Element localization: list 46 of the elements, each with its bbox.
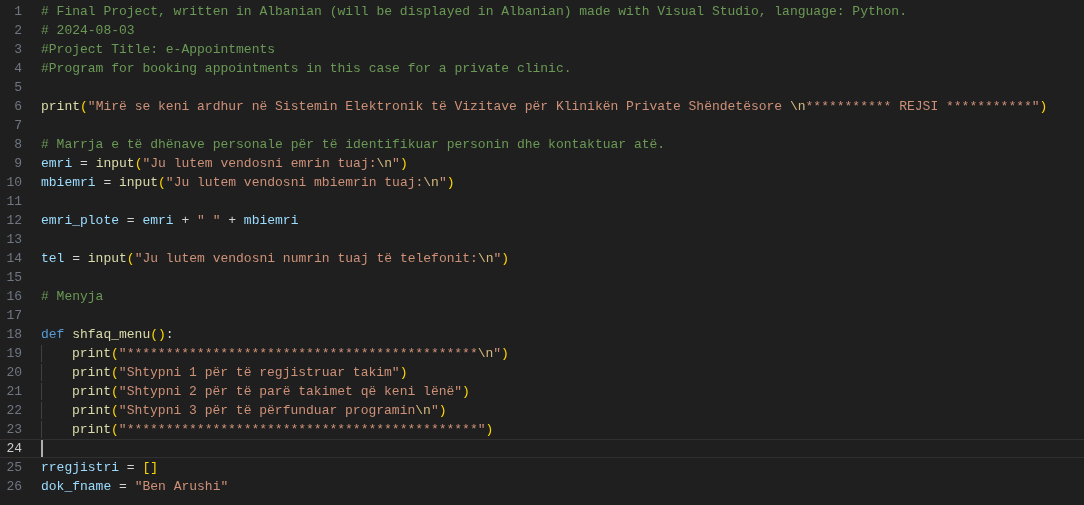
code-line: emri = input("Ju lutem vendosni emrin tuaj:\n") <box>41 155 408 173</box>
code-line: def shfaq_menu(): <box>41 326 174 344</box>
code-line: tel = input("Ju lutem vendosni numrin tuaj të telefonit:\n") <box>41 250 510 268</box>
line-number: 13 <box>5 231 22 249</box>
line-number: 15 <box>5 269 22 287</box>
line-number: 24 <box>5 440 22 458</box>
line-number: 4 <box>13 60 22 78</box>
code-line: mbiemri = input("Ju lutem vendosni mbiemrin tuaj:\n") <box>41 174 455 192</box>
code-line: dok_fname = "Ben Arushi" <box>41 478 229 496</box>
line-number: 2 <box>13 22 22 40</box>
line-number: 23 <box>5 421 22 439</box>
code-line: print("Shtypni 3 për të përfunduar programin\n") <box>72 402 447 420</box>
line-number: 22 <box>5 402 22 420</box>
line-number: 6 <box>13 98 22 116</box>
code-line: # 2024-08-03 <box>41 22 135 40</box>
code-line: # Marrja e të dhënave personale për të identifikuar personin dhe kontaktuar atë. <box>41 136 666 154</box>
line-number: 12 <box>5 212 22 230</box>
code-line: #Program for booking appointments in this case for a private clinic. <box>41 60 572 78</box>
text-cursor <box>41 440 43 457</box>
line-number: 16 <box>5 288 22 306</box>
line-number: 18 <box>5 326 22 344</box>
line-number: 3 <box>13 41 22 59</box>
code-line: print("Shtypni 2 për të parë takimet që keni lënë") <box>72 383 470 401</box>
line-number: 8 <box>13 136 22 154</box>
line-number: 25 <box>5 459 22 477</box>
line-number: 17 <box>5 307 22 325</box>
line-number: 11 <box>5 193 22 211</box>
code-line: rregjistri = [] <box>41 459 159 477</box>
code-line: #Project Title: e-Appointments <box>41 41 276 59</box>
code-line: print("Mirë se keni ardhur në Sistemin Elektronik të Vizitave për Klinikën Private Shëndetësore \n*********** REJSI ***********") <box>41 98 1048 116</box>
line-number: 26 <box>5 478 22 496</box>
code-line: # Final Project, written in Albanian (will be displayed in Albanian) made with Visual Studio, language: Python. <box>41 3 907 21</box>
code-line: print("Shtypni 1 për të regjistruar takim") <box>72 364 408 382</box>
code-line: print("*********************************************\n") <box>72 345 509 363</box>
line-number: 1 <box>13 3 22 21</box>
line-number: 5 <box>13 79 22 97</box>
line-number: 14 <box>5 250 22 268</box>
line-number: 10 <box>5 174 22 192</box>
line-number: 9 <box>13 155 22 173</box>
line-number: 19 <box>5 345 22 363</box>
line-number: 7 <box>13 117 22 135</box>
code-line: # Menyja <box>41 288 104 306</box>
line-number: 20 <box>5 364 22 382</box>
code-line: emri_plote = emri + " " + mbiemri <box>41 212 299 230</box>
code-line: print("*********************************************") <box>72 421 494 439</box>
line-number: 21 <box>5 383 22 401</box>
